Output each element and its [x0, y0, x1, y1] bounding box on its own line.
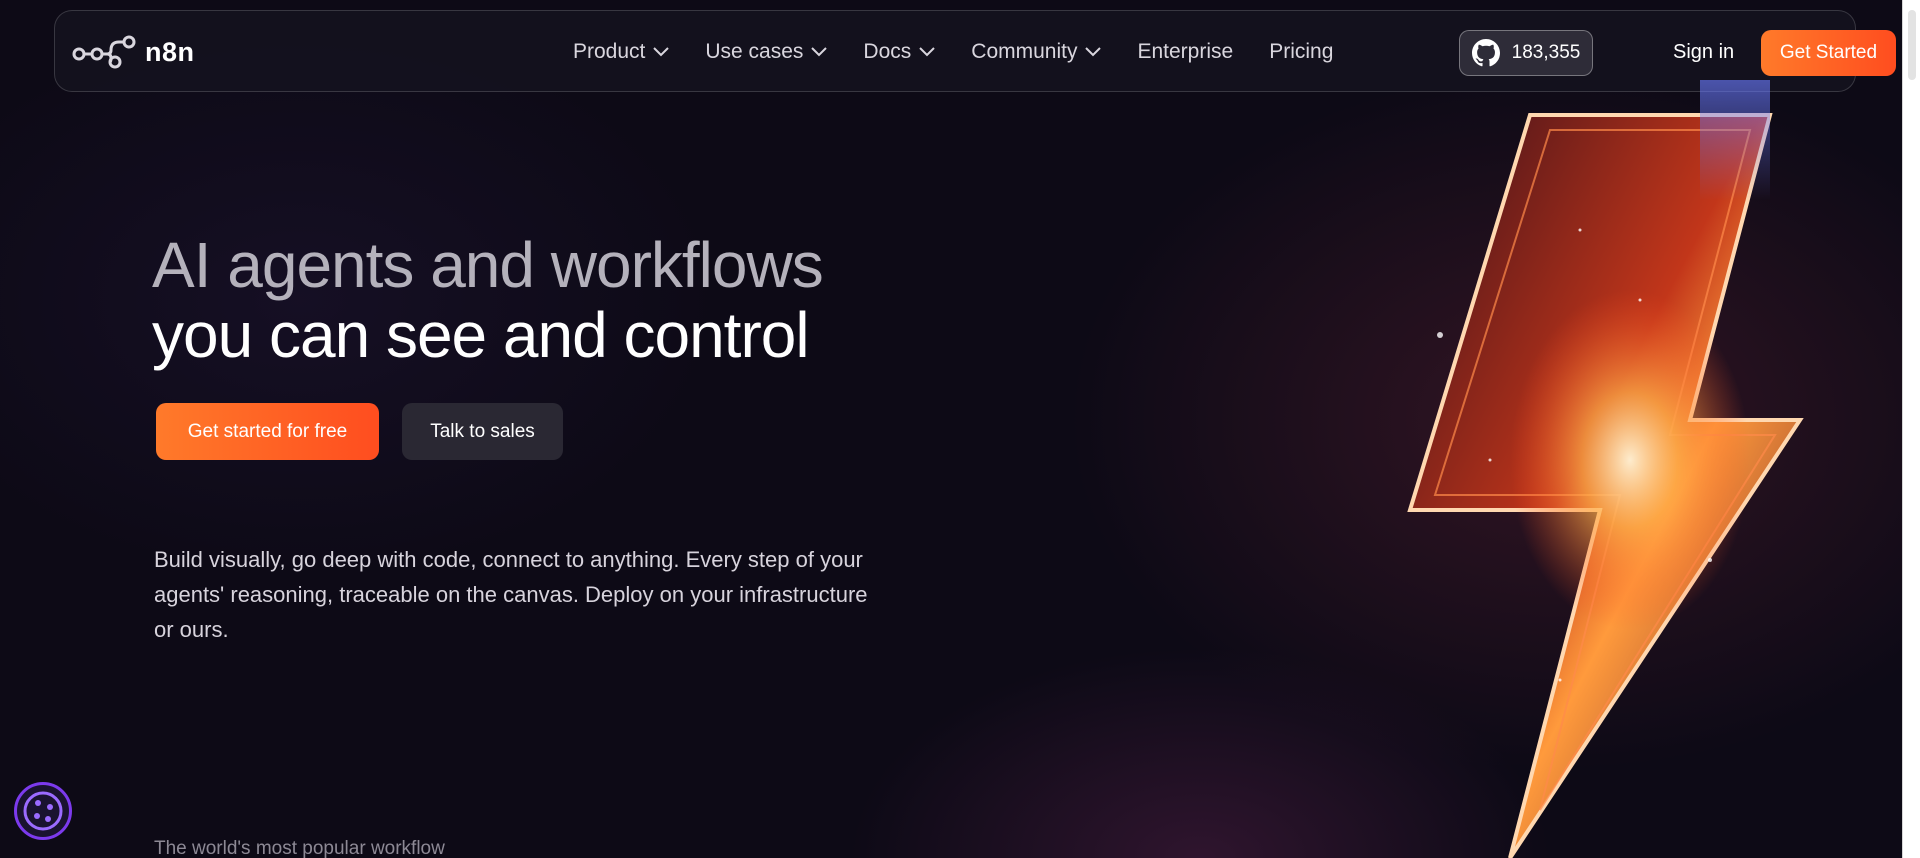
- menu-item-label: Product: [573, 40, 646, 63]
- get-started-free-button[interactable]: Get started for free: [156, 403, 379, 460]
- github-stars-count: 183,355: [1511, 42, 1581, 63]
- cookie-settings-button[interactable]: [14, 782, 72, 840]
- hero-title-line2: you can see and control: [152, 299, 810, 371]
- chevron-down-icon: [653, 47, 670, 57]
- menu-item-enterprise[interactable]: Enterprise: [1137, 40, 1233, 64]
- chevron-down-icon: [1085, 47, 1102, 57]
- github-stars-button[interactable]: 183,355: [1459, 30, 1593, 76]
- page: n8n Product Use cases Docs Community Ent…: [0, 0, 1920, 858]
- menu-item-product[interactable]: Product: [573, 40, 670, 64]
- lightning-bolt-illustration: [1380, 80, 1820, 858]
- github-icon: [1471, 39, 1500, 67]
- cookie-settings-icon: [23, 791, 63, 831]
- chevron-down-icon: [811, 47, 828, 57]
- get-started-button[interactable]: Get Started: [1761, 30, 1896, 76]
- talk-to-sales-button[interactable]: Talk to sales: [402, 403, 563, 460]
- lightning-bolt-icon: [1407, 80, 1804, 858]
- brand-name: n8n: [145, 36, 195, 67]
- browser-scrollbar[interactable]: [1902, 0, 1920, 858]
- menu-item-label: Pricing: [1269, 40, 1334, 63]
- menu-item-use-cases[interactable]: Use cases: [705, 40, 828, 64]
- brand-logo[interactable]: n8n: [71, 11, 195, 93]
- menu-item-label: Community: [971, 40, 1078, 63]
- menu-item-label: Use cases: [705, 40, 804, 63]
- scrollbar-thumb[interactable]: [1908, 10, 1916, 80]
- main-menu: Product Use cases Docs Community Enterpr…: [573, 11, 1333, 93]
- menu-item-docs[interactable]: Docs: [863, 40, 935, 64]
- hero-tagline: The world's most popular workflow: [154, 838, 445, 858]
- hero-title-line1: AI agents and workflows: [152, 229, 824, 301]
- menu-item-community[interactable]: Community: [971, 40, 1102, 64]
- menu-item-pricing[interactable]: Pricing: [1269, 40, 1333, 64]
- hero-title: AI agents and workflows you can see and …: [152, 229, 824, 371]
- menu-item-label: Docs: [863, 40, 912, 63]
- hero-description: Build visually, go deep with code, conne…: [154, 547, 868, 642]
- n8n-logo-icon: [72, 35, 136, 69]
- chevron-down-icon: [919, 47, 935, 57]
- menu-item-label: Enterprise: [1137, 40, 1234, 63]
